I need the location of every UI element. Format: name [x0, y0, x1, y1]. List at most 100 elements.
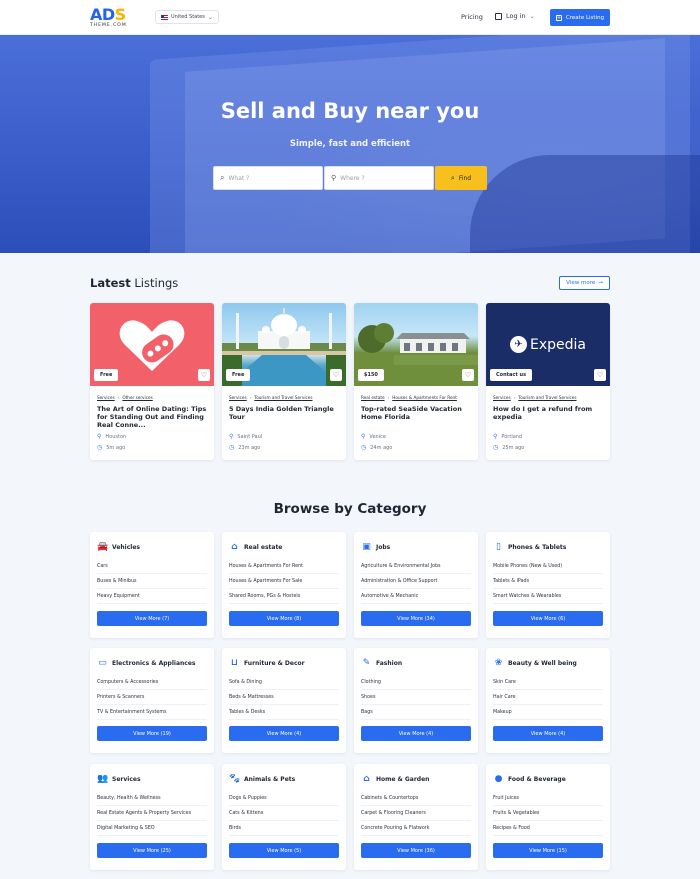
category-view-more-button[interactable]: View More (8)	[229, 611, 339, 626]
listing-title[interactable]: Top-rated SeaSide Vacation Home Florida	[361, 405, 471, 431]
nav-pricing-link[interactable]: Pricing	[461, 13, 483, 21]
subcategory-link[interactable]: Makeup	[493, 705, 603, 720]
category-header[interactable]: ▣ Jobs	[361, 542, 478, 552]
category-header[interactable]: ✎ Fashion	[361, 658, 478, 668]
subcategory-link[interactable]: Agriculture & Environmental Jobs	[361, 559, 471, 574]
listing-card[interactable]: $150 ♡ Real estate › Houses & Apartments F…	[354, 303, 478, 460]
listing-title[interactable]: The Art of Online Dating: Tips for Stand…	[97, 405, 207, 431]
heart-icon[interactable]: ♡	[462, 369, 474, 381]
subcategory-link[interactable]: Automotive & Mechanic	[361, 589, 471, 604]
listing-location: ⚲ Saint Paul	[229, 432, 263, 440]
listing-card[interactable]: Free ♡ Services › Other services The Art o…	[90, 303, 214, 460]
listing-title[interactable]: 5 Days India Golden Triangle Tour	[229, 405, 339, 431]
category-card: ▭ Electronics & Appliances Computers & Acc…	[90, 648, 214, 753]
subcategory-link[interactable]: Tablets & iPads	[493, 574, 603, 589]
category-name: Food & Beverage	[508, 775, 566, 783]
view-more-listings-button[interactable]: View more →	[559, 276, 610, 290]
find-button[interactable]: ⌕ Find	[435, 166, 487, 190]
category-view-more-button[interactable]: View More (4)	[229, 726, 339, 741]
subcategory-link[interactable]: Hair Care	[493, 690, 603, 705]
subcategory-link[interactable]: Beauty, Health & Wellness	[97, 791, 207, 806]
category-name: Services	[112, 775, 141, 783]
category-header[interactable]: ● Food & Beverage	[493, 774, 610, 784]
laptop-icon: ▭	[98, 657, 107, 668]
subcategory-link[interactable]: Buses & Minibus	[97, 574, 207, 589]
nav-login-link[interactable]: Log in ⌄	[495, 12, 535, 20]
subcategory-link[interactable]: Computers & Accessories	[97, 675, 207, 690]
heart-icon[interactable]: ♡	[594, 369, 606, 381]
badge-icon: ▣	[362, 541, 371, 552]
hero-title: Sell and Buy near you	[220, 99, 480, 123]
heart-icon[interactable]: ♡	[330, 369, 342, 381]
subcategory-link[interactable]: Skin Care	[493, 675, 603, 690]
subcategory-link[interactable]: Houses & Apartments For Rent	[229, 559, 339, 574]
search-what-field[interactable]: ⌕	[213, 166, 323, 190]
category-view-more-button[interactable]: View More (15)	[493, 843, 603, 858]
subcategory-link[interactable]: Sofa & Dining	[229, 675, 339, 690]
search-where-field[interactable]: ⚲	[324, 166, 434, 190]
listing-card[interactable]: ✈ Expedia Contact us ♡ Services › Tourism …	[486, 303, 610, 460]
subcategory-link[interactable]: Tables & Desks	[229, 705, 339, 720]
listing-image[interactable]: Free ♡	[90, 303, 214, 386]
subcategory-link[interactable]: Mobile Phones (New & Used)	[493, 559, 603, 574]
subcategory-link[interactable]: Shoes	[361, 690, 471, 705]
phone-icon: ▯	[496, 541, 501, 552]
category-view-more-button[interactable]: View More (4)	[361, 726, 471, 741]
home-icon: ⌂	[231, 541, 238, 552]
subcategory-link[interactable]: Houses & Apartments For Sale	[229, 574, 339, 589]
category-view-more-button[interactable]: View More (36)	[361, 843, 471, 858]
category-header[interactable]: ⌂ Real estate	[229, 542, 346, 552]
category-view-more-button[interactable]: View More (19)	[97, 726, 207, 741]
category-header[interactable]: ⊔ Furniture & Decor	[229, 658, 346, 668]
subcategory-link[interactable]: Recipes & Food	[493, 821, 603, 836]
category-header[interactable]: ▯ Phones & Tablets	[493, 542, 610, 552]
category-header[interactable]: ⌂ Home & Garden	[361, 774, 478, 784]
subcategory-link[interactable]: Heavy Equipment	[97, 589, 207, 604]
category-header[interactable]: ▭ Electronics & Appliances	[97, 658, 214, 668]
subcategory-link[interactable]: Fruit Juices	[493, 791, 603, 806]
search-where-input[interactable]	[340, 174, 421, 182]
listing-time: ◷ 23m ago	[229, 443, 261, 451]
subcategory-link[interactable]: Birds	[229, 821, 339, 836]
category-view-more-button[interactable]: View More (5)	[229, 843, 339, 858]
listing-image[interactable]: $150 ♡	[354, 303, 478, 386]
heart-icon[interactable]: ♡	[198, 369, 210, 381]
subcategory-link[interactable]: Printers & Scanners	[97, 690, 207, 705]
category-view-more-button[interactable]: View More (4)	[493, 726, 603, 741]
subcategory-link[interactable]: Concrete Pouring & Flatwork	[361, 821, 471, 836]
category-view-more-button[interactable]: View More (25)	[97, 843, 207, 858]
category-header[interactable]: 👥 Services	[97, 774, 214, 784]
country-selector[interactable]: United States ⌄	[155, 10, 219, 24]
price-tag: Free	[226, 369, 251, 381]
category-header[interactable]: ❀ Beauty & Well being	[493, 658, 610, 668]
subcategory-link[interactable]: Bags	[361, 705, 471, 720]
subcategory-link[interactable]: Smart Watches & Wearables	[493, 589, 603, 604]
listing-image[interactable]: Free ♡	[222, 303, 346, 386]
subcategory-link[interactable]: Real Estate Agents & Property Services	[97, 806, 207, 821]
subcategory-link[interactable]: Fruits & Vegetables	[493, 806, 603, 821]
subcategory-link[interactable]: Dogs & Puppies	[229, 791, 339, 806]
subcategory-link[interactable]: Carpet & Flooring Cleaners	[361, 806, 471, 821]
search-what-input[interactable]	[228, 174, 309, 182]
category-view-more-button[interactable]: View More (7)	[97, 611, 207, 626]
site-logo[interactable]: ADS THEME.COM	[90, 7, 150, 30]
subcategory-link[interactable]: Administration & Office Support	[361, 574, 471, 589]
category-view-more-button[interactable]: View More (34)	[361, 611, 471, 626]
subcategory-link[interactable]: Cars	[97, 559, 207, 574]
subcategory-link[interactable]: TV & Entertainment Systems	[97, 705, 207, 720]
clock-icon: ◷	[361, 443, 367, 451]
create-listing-button[interactable]: + Create Listing	[550, 9, 610, 26]
category-view-more-button[interactable]: View More (6)	[493, 611, 603, 626]
listing-image[interactable]: ✈ Expedia Contact us ♡	[486, 303, 610, 386]
subcategory-link[interactable]: Digital Marketing & SEO	[97, 821, 207, 836]
category-header[interactable]: 🚘 Vehicles	[97, 542, 214, 552]
subcategory-link[interactable]: Beds & Mattresses	[229, 690, 339, 705]
subcategory-link[interactable]: Shared Rooms, PGs & Hostels	[229, 589, 339, 604]
subcategory-link[interactable]: Clothing	[361, 675, 471, 690]
subcategory-link[interactable]: Cats & Kittens	[229, 806, 339, 821]
listing-title[interactable]: How do I get a refund from expedia	[493, 405, 603, 431]
listing-card[interactable]: Free ♡ Services › Tourism and Travel Servi…	[222, 303, 346, 460]
price-tag: Free	[94, 369, 119, 381]
subcategory-link[interactable]: Cabinets & Countertops	[361, 791, 471, 806]
category-header[interactable]: 🐾 Animals & Pets	[229, 774, 346, 784]
